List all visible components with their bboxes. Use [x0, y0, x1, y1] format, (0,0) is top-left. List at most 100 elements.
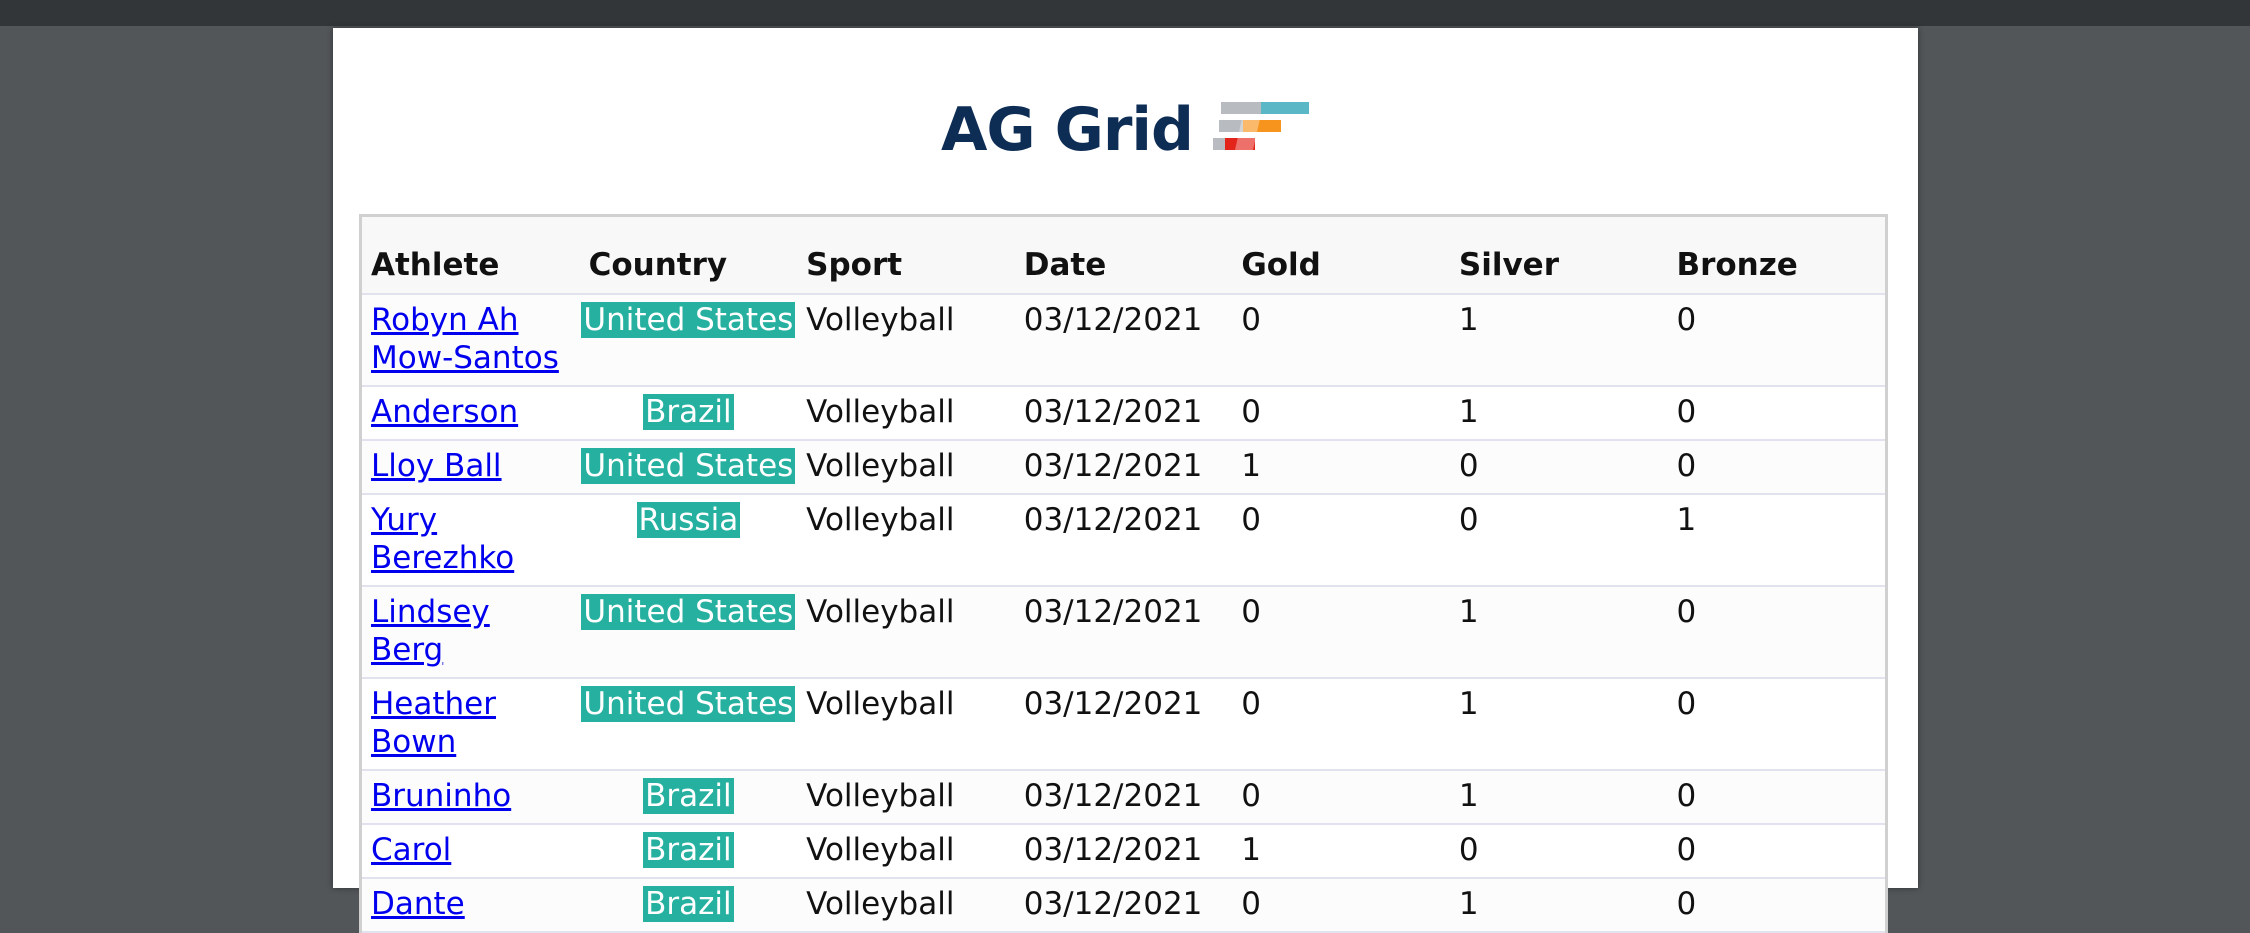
header-country[interactable]: Country: [580, 247, 798, 283]
silver-cell: 1: [1458, 394, 1479, 430]
country-badge: United States: [581, 686, 796, 722]
athlete-cell: Heather Bown: [362, 685, 580, 761]
header-bronze[interactable]: Bronze: [1667, 247, 1885, 283]
table-row: Robyn Ah Mow-Santos United States Volley…: [362, 295, 1885, 387]
athlete-link[interactable]: Dante: [371, 885, 580, 923]
table-row: Dante Brazil Volleyball 03/12/2021 0 1 0: [362, 879, 1885, 933]
country-cell: Brazil: [580, 393, 798, 431]
athlete-cell: Anderson: [362, 393, 580, 431]
bronze-cell: 0: [1676, 594, 1697, 630]
athlete-cell: Yury Berezhko: [362, 501, 580, 577]
country-cell: United States: [580, 685, 798, 761]
silver-cell: 1: [1458, 594, 1479, 630]
date-cell: 03/12/2021: [1023, 448, 1203, 484]
header-athlete[interactable]: Athlete: [362, 247, 580, 283]
gold-cell: 0: [1241, 778, 1262, 814]
country-cell: United States: [580, 447, 798, 485]
sport-cell: Volleyball: [806, 502, 955, 538]
gold-cell: 0: [1241, 594, 1262, 630]
sport-cell: Volleyball: [806, 302, 955, 338]
athlete-cell: Bruninho: [362, 777, 580, 815]
logo-text: AG Grid: [941, 95, 1194, 165]
header-gold[interactable]: Gold: [1232, 247, 1450, 283]
ag-grid-logo-icon: [1212, 102, 1309, 150]
gold-cell: 0: [1241, 394, 1262, 430]
silver-cell: 1: [1458, 886, 1479, 922]
athlete-cell: Carol: [362, 831, 580, 869]
date-cell: 03/12/2021: [1023, 502, 1203, 538]
athlete-cell: Dante: [362, 885, 580, 923]
bronze-cell: 0: [1676, 448, 1697, 484]
ag-grid-logo: AG Grid: [941, 80, 1309, 180]
athlete-link[interactable]: Lindsey Berg: [371, 593, 580, 669]
bronze-cell: 0: [1676, 394, 1697, 430]
silver-cell: 0: [1458, 832, 1479, 868]
table-row: Lindsey Berg United States Volleyball 03…: [362, 587, 1885, 679]
sport-cell: Volleyball: [806, 886, 955, 922]
gold-cell: 0: [1241, 886, 1262, 922]
sport-cell: Volleyball: [806, 686, 955, 722]
country-badge: Brazil: [643, 832, 734, 868]
header-silver[interactable]: Silver: [1450, 247, 1668, 283]
date-cell: 03/12/2021: [1023, 778, 1203, 814]
date-cell: 03/12/2021: [1023, 302, 1203, 338]
table-row: Carol Brazil Volleyball 03/12/2021 1 0 0: [362, 825, 1885, 879]
date-cell: 03/12/2021: [1023, 594, 1203, 630]
sport-cell: Volleyball: [806, 778, 955, 814]
sport-cell: Volleyball: [806, 594, 955, 630]
country-badge: Russia: [636, 502, 741, 538]
silver-cell: 1: [1458, 302, 1479, 338]
athlete-link[interactable]: Carol: [371, 831, 580, 869]
header-sport[interactable]: Sport: [797, 247, 1015, 283]
bronze-cell: 0: [1676, 886, 1697, 922]
athlete-cell: Robyn Ah Mow-Santos: [362, 301, 580, 377]
date-cell: 03/12/2021: [1023, 886, 1203, 922]
viewer-toolbar: [0, 0, 2250, 26]
gold-cell: 1: [1241, 448, 1262, 484]
gold-cell: 0: [1241, 502, 1262, 538]
grid-body: Robyn Ah Mow-Santos United States Volley…: [362, 295, 1885, 933]
date-cell: 03/12/2021: [1023, 686, 1203, 722]
country-badge: Brazil: [643, 778, 734, 814]
table-row: Anderson Brazil Volleyball 03/12/2021 0 …: [362, 387, 1885, 441]
country-badge: Brazil: [643, 886, 734, 922]
country-badge: United States: [581, 594, 796, 630]
country-cell: United States: [580, 301, 798, 377]
sport-cell: Volleyball: [806, 394, 955, 430]
athlete-link[interactable]: Robyn Ah Mow-Santos: [371, 301, 580, 377]
athlete-link[interactable]: Bruninho: [371, 777, 580, 815]
country-cell: Brazil: [580, 777, 798, 815]
silver-cell: 0: [1458, 502, 1479, 538]
athlete-link[interactable]: Yury Berezhko: [371, 501, 580, 577]
table-row: Yury Berezhko Russia Volleyball 03/12/20…: [362, 495, 1885, 587]
grid-header-row: Athlete Country Sport Date Gold Silver B…: [362, 217, 1885, 295]
bronze-cell: 0: [1676, 778, 1697, 814]
country-badge: United States: [581, 448, 796, 484]
sport-cell: Volleyball: [806, 448, 955, 484]
date-cell: 03/12/2021: [1023, 394, 1203, 430]
country-cell: Russia: [580, 501, 798, 577]
athlete-cell: Lindsey Berg: [362, 593, 580, 669]
table-row: Bruninho Brazil Volleyball 03/12/2021 0 …: [362, 771, 1885, 825]
country-cell: United States: [580, 593, 798, 669]
document-page: AG Grid Athlete Country Sport Date Gold …: [333, 28, 1918, 933]
silver-cell: 0: [1458, 448, 1479, 484]
bronze-cell: 0: [1676, 832, 1697, 868]
country-badge: Brazil: [643, 394, 734, 430]
gold-cell: 0: [1241, 686, 1262, 722]
table-row: Heather Bown United States Volleyball 03…: [362, 679, 1885, 771]
athlete-cell: Lloy Ball: [362, 447, 580, 485]
olympic-results-grid: Athlete Country Sport Date Gold Silver B…: [359, 214, 1888, 933]
athlete-link[interactable]: Lloy Ball: [371, 447, 580, 485]
sport-cell: Volleyball: [806, 832, 955, 868]
bronze-cell: 0: [1676, 302, 1697, 338]
silver-cell: 1: [1458, 686, 1479, 722]
athlete-link[interactable]: Anderson: [371, 393, 580, 431]
table-row: Lloy Ball United States Volleyball 03/12…: [362, 441, 1885, 495]
country-cell: Brazil: [580, 885, 798, 923]
athlete-link[interactable]: Heather Bown: [371, 685, 580, 761]
silver-cell: 1: [1458, 778, 1479, 814]
header-date[interactable]: Date: [1015, 247, 1233, 283]
gold-cell: 0: [1241, 302, 1262, 338]
country-cell: Brazil: [580, 831, 798, 869]
